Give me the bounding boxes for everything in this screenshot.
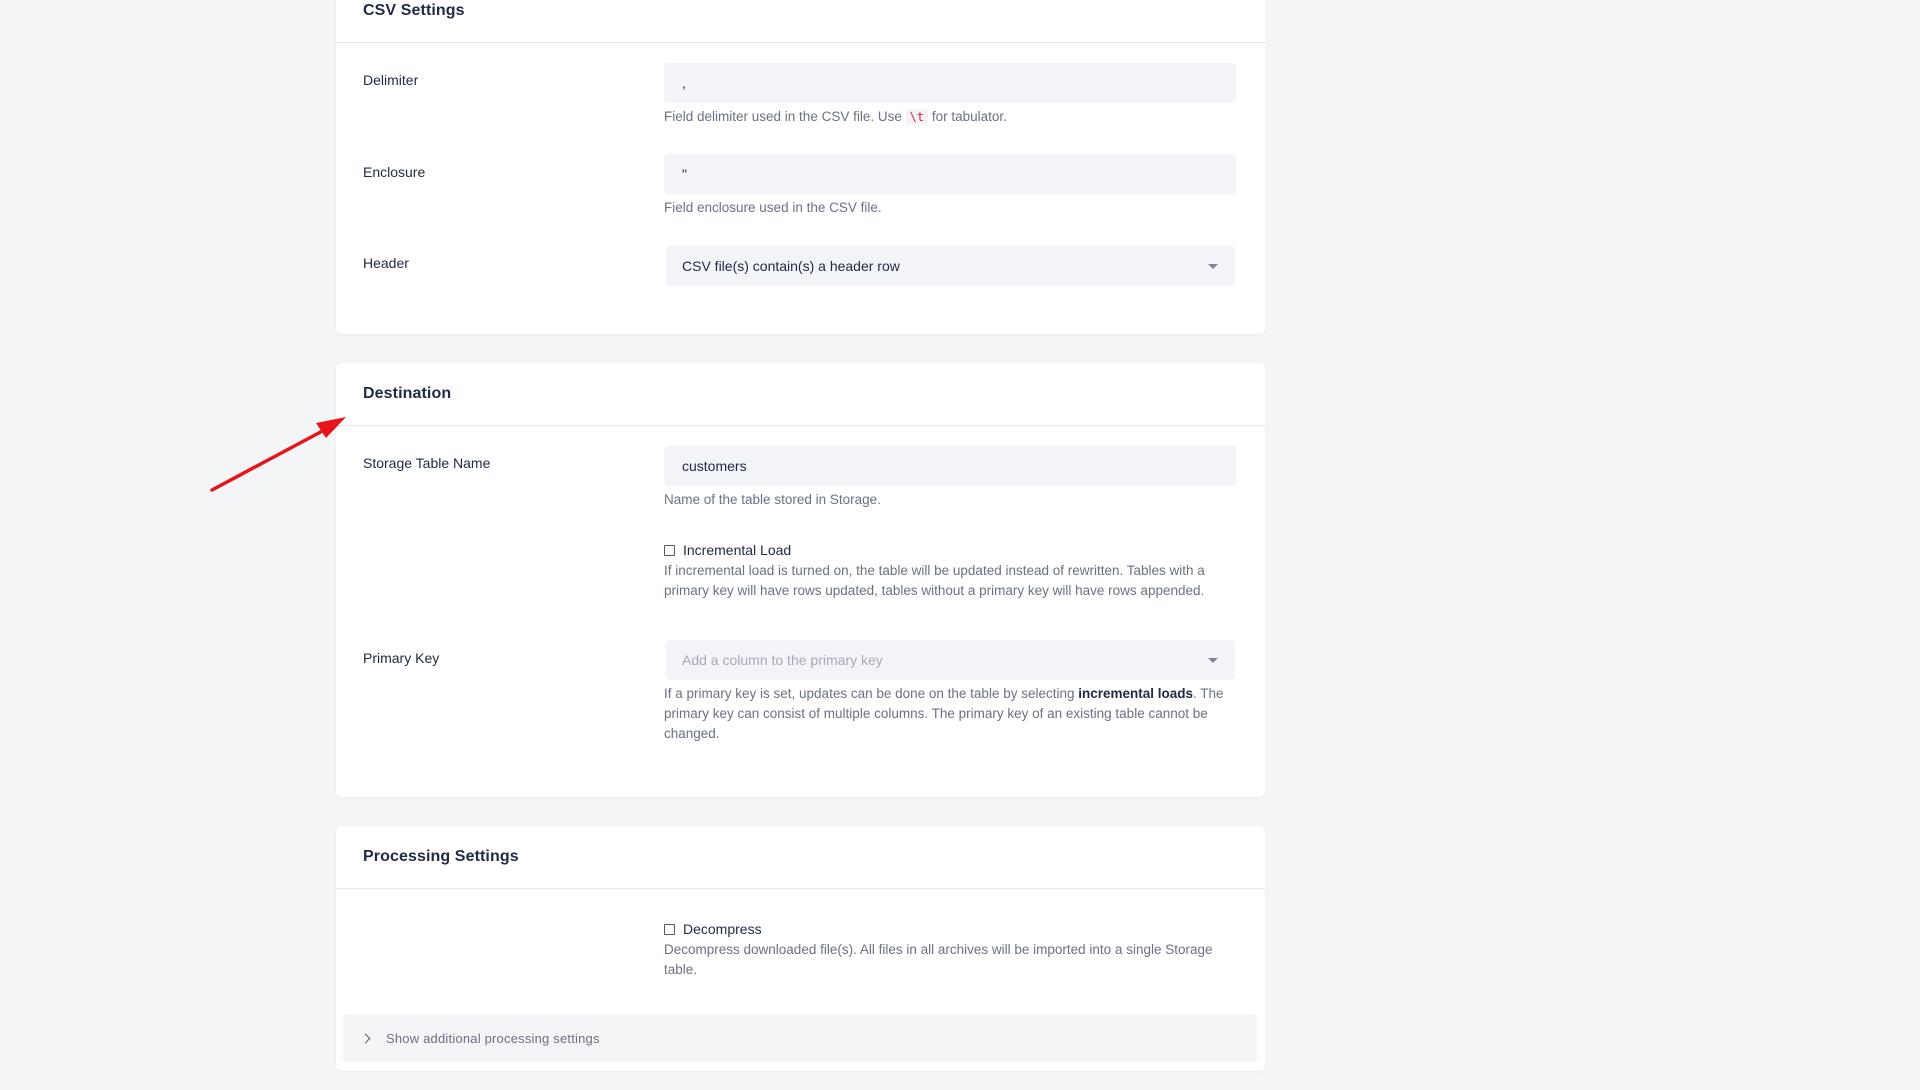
enclosure-help: Field enclosure used in the CSV file.: [664, 200, 882, 215]
delimiter-help-suffix: for tabulator.: [928, 109, 1007, 124]
destination-card: Destination Storage Table Name Name of t…: [336, 363, 1265, 797]
additional-processing-toggle[interactable]: Show additional processing settings: [343, 1014, 1257, 1062]
primary-key-help-prefix: If a primary key is set, updates can be …: [664, 686, 1079, 701]
storage-table-input[interactable]: [664, 446, 1236, 486]
incremental-load-toggle[interactable]: Incremental Load: [664, 542, 1236, 558]
primary-key-help-bold: incremental loads: [1078, 686, 1194, 701]
csv-settings-title: CSV Settings: [336, 0, 1265, 43]
decompress-help: Decompress downloaded file(s). All files…: [664, 942, 1213, 977]
chevron-down-icon: [1208, 657, 1218, 663]
incremental-load-checkbox[interactable]: [664, 544, 675, 556]
storage-table-label: Storage Table Name: [363, 455, 491, 471]
chevron-right-icon: [360, 1033, 371, 1043]
primary-key-placeholder: Add a column to the primary key: [682, 652, 883, 668]
storage-table-help: Name of the table stored in Storage.: [664, 492, 881, 507]
processing-settings-title: Processing Settings: [336, 826, 1265, 889]
processing-settings-card: Processing Settings Decompress Decompres…: [336, 826, 1265, 1071]
additional-processing-label: Show additional processing settings: [386, 1030, 600, 1046]
decompress-label: Decompress: [683, 921, 762, 937]
header-select-value: CSV file(s) contain(s) a header row: [682, 258, 900, 274]
delimiter-input[interactable]: [664, 63, 1236, 103]
destination-title: Destination: [336, 363, 1265, 426]
enclosure-label: Enclosure: [363, 164, 426, 180]
incremental-load-label: Incremental Load: [683, 542, 792, 558]
csv-settings-card: CSV Settings Delimiter Field delimiter u…: [336, 0, 1265, 334]
incremental-load-help: If incremental load is turned on, the ta…: [664, 563, 1205, 598]
primary-key-select[interactable]: Add a column to the primary key: [666, 640, 1235, 680]
decompress-toggle[interactable]: Decompress: [664, 921, 1236, 937]
delimiter-help-code: \t: [905, 109, 929, 125]
chevron-down-icon: [1208, 263, 1218, 269]
delimiter-help: Field delimiter used in the CSV file. Us…: [664, 107, 1236, 127]
primary-key-label: Primary Key: [363, 650, 440, 666]
primary-key-help: If a primary key is set, updates can be …: [664, 684, 1236, 744]
delimiter-label: Delimiter: [363, 72, 419, 88]
decompress-checkbox[interactable]: [664, 923, 675, 935]
header-select[interactable]: CSV file(s) contain(s) a header row: [666, 246, 1235, 286]
header-label: Header: [363, 255, 409, 271]
delimiter-help-prefix: Field delimiter used in the CSV file. Us…: [664, 109, 906, 124]
enclosure-input[interactable]: [664, 154, 1236, 194]
